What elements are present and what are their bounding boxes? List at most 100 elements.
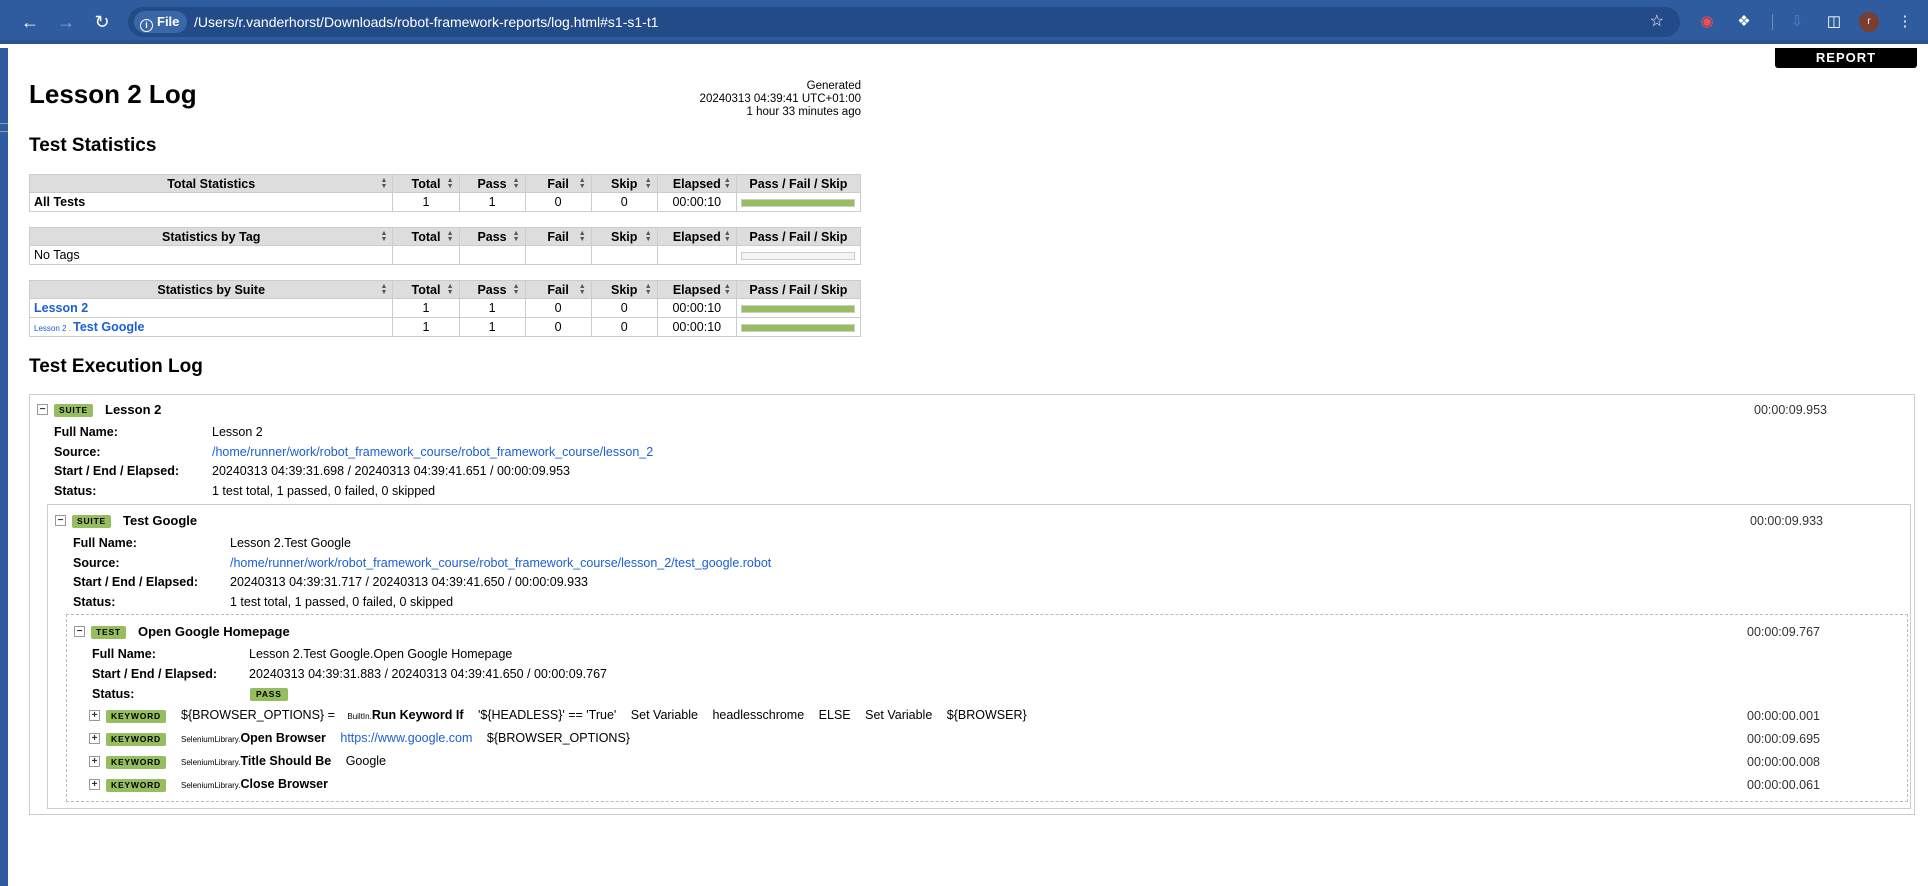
keyword-arg: '${HEADLESS}' == 'True' [477,708,617,722]
keyword-row[interactable]: SeleniumLibrary.Close Browser [181,777,328,791]
source-link[interactable]: /home/runner/work/robot_framework_course… [230,556,771,570]
suite-badge: SUITE [72,515,112,528]
cell-pass: 1 [458,192,526,212]
extension-target-icon[interactable]: ◉ [1695,10,1719,34]
cell-skip: 0 [590,317,658,337]
source-link[interactable]: /home/runner/work/robot_framework_course… [212,445,653,459]
cell-elapsed: 00:00:10 [656,192,737,212]
pass-status-badge: PASS [250,688,288,701]
suite-name[interactable]: Lesson 2 [105,402,161,417]
sort-icon: ▲ ▼ [380,230,388,243]
reload-icon[interactable]: ↻ [90,10,114,34]
side-panel-icon[interactable]: ◫ [1822,10,1846,34]
col-pass[interactable]: Pass ▲ ▼ [458,280,526,299]
times-label: Start / End / Elapsed: [73,575,199,589]
generated-ago: 1 hour 33 minutes ago [746,106,861,118]
col-elapsed[interactable]: Elapsed ▲ ▼ [656,174,737,193]
download-icon[interactable]: ⇩ [1785,10,1809,34]
col-total[interactable]: Total ▲ ▼ [392,280,460,299]
cell-total: 1 [392,298,460,318]
suite-link[interactable]: Lesson 2 . Test Google [34,320,144,334]
total-statistics-header[interactable]: Total Statistics ▲ ▼ [28,174,394,193]
sort-icon: ▲ ▼ [644,230,652,243]
row-name: Lesson 2 . Test Google [28,317,394,337]
cell-fail: 0 [524,192,592,212]
keyword-row[interactable]: SeleniumLibrary.Title Should Be Google [181,754,386,768]
expand-toggle[interactable]: + [89,733,100,744]
collapse-toggle[interactable]: − [37,404,48,415]
keyword-arg: ELSE [818,708,851,722]
table-row[interactable]: All Tests 1 1 0 0 00:00:10 [28,192,862,212]
forward-arrow-icon[interactable]: → [54,10,78,34]
suite-statistics-header[interactable]: Statistics by Suite ▲ ▼ [28,280,394,299]
keyword-name: Run Keyword If [371,708,464,722]
col-total[interactable]: Total ▲ ▼ [392,227,460,246]
cell-pass [458,245,526,265]
suite-link[interactable]: Lesson 2 [34,301,88,315]
source-label: Source: [73,556,120,570]
keyword-name: Close Browser [240,777,328,791]
sort-icon: ▲ ▼ [446,283,454,296]
collapse-toggle[interactable]: − [55,515,66,526]
col-total[interactable]: Total ▲ ▼ [392,174,460,193]
keyword-library: SeleniumLibrary [181,781,239,790]
sort-icon: ▲ ▼ [446,177,454,190]
expand-toggle[interactable]: + [89,710,100,721]
url-text[interactable]: /Users/r.vanderhorst/Downloads/robot-fra… [194,7,659,37]
col-skip[interactable]: Skip ▲ ▼ [590,227,658,246]
profile-avatar[interactable]: r [1859,12,1879,32]
keyword-row[interactable]: SeleniumLibrary.Open Browser https://www… [181,731,630,745]
col-pass[interactable]: Pass ▲ ▼ [458,227,526,246]
cell-fail: 0 [524,317,592,337]
cell-total: 1 [392,317,460,337]
cell-fail: 0 [524,298,592,318]
back-arrow-icon[interactable]: ← [18,10,42,34]
col-fail[interactable]: Fail ▲ ▼ [524,227,592,246]
bookmark-star-icon[interactable]: ☆ [1650,7,1664,37]
full-name-value: Lesson 2.Test Google [230,536,351,550]
suite-link-prefix: Lesson 2 . [34,324,74,333]
full-name-label: Full Name: [73,536,137,550]
col-fail[interactable]: Fail ▲ ▼ [524,280,592,299]
keyword-arg: Set Variable [865,708,933,722]
keyword-row[interactable]: ${BROWSER_OPTIONS} = BuiltIn.Run Keyword… [181,708,1027,722]
table-row[interactable]: Lesson 2 . Test Google 1 1 0 0 00:00:10 [28,317,862,337]
col-pass-fail-skip: Pass / Fail / Skip [735,174,862,193]
keyword-link-arg[interactable]: https://www.google.com [340,731,472,745]
col-elapsed[interactable]: Elapsed ▲ ▼ [656,227,737,246]
col-skip[interactable]: Skip ▲ ▼ [590,280,658,299]
suite-elapsed: 00:00:09.953 [1754,403,1827,417]
extensions-puzzle-icon[interactable]: ❖ [1732,10,1756,34]
cell-pass: 1 [458,317,526,337]
test-elapsed: 00:00:09.767 [1747,625,1820,639]
col-pass[interactable]: Pass ▲ ▼ [458,174,526,193]
menu-kebab-icon[interactable]: ⋮ [1893,10,1917,34]
keyword-badge: KEYWORD [106,733,166,746]
site-info-chip[interactable]: i File [134,11,188,33]
suite-name[interactable]: Test Google [123,513,197,528]
keyword-library: SeleniumLibrary [181,758,239,767]
sort-icon: ▲ ▼ [380,283,388,296]
col-fail[interactable]: Fail ▲ ▼ [524,174,592,193]
col-elapsed[interactable]: Elapsed ▲ ▼ [656,280,737,299]
expand-toggle[interactable]: + [89,756,100,767]
keyword-elapsed: 00:00:00.008 [1747,755,1820,769]
sort-icon: ▲ ▼ [578,177,586,190]
suite-badge: SUITE [54,404,94,417]
address-bar[interactable]: i File /Users/r.vanderhorst/Downloads/rob… [128,7,1680,37]
tag-statistics-header[interactable]: Statistics by Tag ▲ ▼ [28,227,394,246]
test-name[interactable]: Open Google Homepage [138,624,290,639]
col-skip[interactable]: Skip ▲ ▼ [590,174,658,193]
generated-timestamp: 20240313 04:39:41 UTC+01:00 [699,93,861,105]
collapse-toggle[interactable]: − [74,626,85,637]
table-row[interactable]: Lesson 2 1 1 0 0 00:00:10 [28,298,862,318]
sort-icon: ▲ ▼ [512,283,520,296]
full-name-label: Full Name: [92,647,156,661]
report-link-button[interactable]: REPORT [1775,48,1917,68]
cell-fail [524,245,592,265]
keyword-arg: headlesschrome [712,708,805,722]
execution-log-title: Test Execution Log [29,356,203,377]
test-statistics-title: Test Statistics [29,135,157,156]
cell-total [392,245,460,265]
expand-toggle[interactable]: + [89,779,100,790]
